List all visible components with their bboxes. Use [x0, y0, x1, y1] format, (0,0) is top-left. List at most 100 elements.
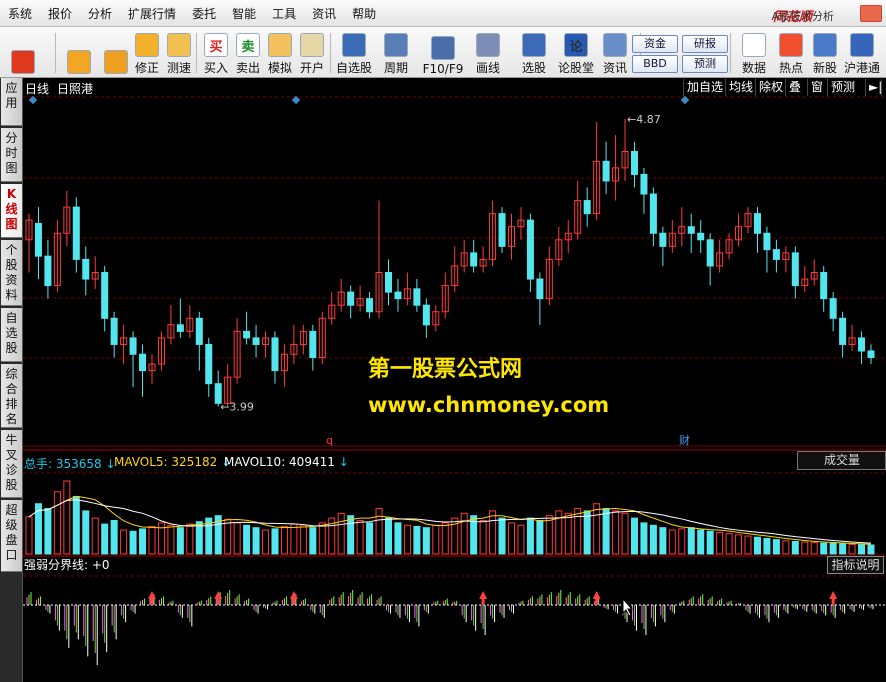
toolbar-buy-button[interactable]: 买买入 — [202, 30, 230, 76]
volume-bar — [858, 544, 866, 555]
toolbar-new-stock-button[interactable]: 新股 — [810, 30, 840, 76]
menu-item-5[interactable]: 智能 — [224, 5, 264, 22]
toolbar-label: 模拟 — [267, 61, 292, 75]
candle-body — [820, 272, 828, 300]
select-stock-icon — [522, 33, 546, 57]
left-tab-1[interactable]: 分时图 — [1, 128, 22, 182]
menu-item-1[interactable]: 报价 — [40, 5, 80, 22]
volume-bar — [479, 519, 487, 555]
toolbar-star-button[interactable]: 自选股 — [334, 30, 374, 76]
lock-icon — [300, 33, 324, 57]
toolbar-small-button-0[interactable]: 资金 — [632, 35, 678, 53]
toolbar-forum-button[interactable]: 论论股堂 — [556, 30, 596, 76]
volume-indicator-select[interactable]: 成交量 — [797, 451, 886, 470]
toolbar-label: F10/F9 — [422, 62, 464, 76]
candle-body — [347, 291, 355, 306]
volume-bar — [659, 527, 667, 555]
toolbar-sell-button[interactable]: 卖卖出 — [234, 30, 262, 76]
candle-body — [44, 255, 52, 287]
menu-item-0[interactable]: 系统 — [0, 5, 40, 22]
menu-item-2[interactable]: 分析 — [80, 5, 120, 22]
left-tab-bar: 应用 分时图 K线图 个股资料 自选股 综合排名 牛叉诊股 超级盘口 — [0, 78, 23, 682]
menu-item-6[interactable]: 工具 — [264, 5, 304, 22]
menu-item-3[interactable]: 扩展行情 — [120, 5, 184, 22]
toolbar-label: 修正 — [134, 61, 159, 75]
candle-body — [366, 298, 374, 313]
new-stock-icon — [813, 33, 837, 57]
candle-body — [659, 232, 667, 247]
candle-body — [413, 288, 421, 306]
toolbar-small-button-1[interactable]: BBD — [632, 55, 678, 73]
buy-signal-arrow-icon — [479, 591, 488, 605]
volume-bar — [186, 523, 194, 555]
volume-bar — [72, 496, 80, 555]
left-tab-5[interactable]: 综合排名 — [1, 364, 22, 428]
buy-signal-arrow-icon — [829, 591, 838, 605]
volume-bar — [252, 527, 260, 555]
toolbar-small-button-3[interactable]: 预测 — [682, 55, 728, 73]
toolbar-label: 热点 — [778, 61, 803, 75]
volume-bar — [735, 534, 743, 555]
toolbar-small-button-2[interactable]: 研报 — [682, 35, 728, 53]
toolbar-news-button[interactable]: 资讯 — [600, 30, 630, 76]
candle-body — [630, 151, 638, 175]
volume-bar — [101, 523, 109, 555]
volume-bar — [53, 491, 61, 555]
marker-q[interactable]: q — [326, 434, 333, 447]
menu-item-8[interactable]: 帮助 — [344, 5, 384, 22]
volume-bar — [697, 529, 705, 555]
toolbar-back-arrow-button[interactable] — [64, 30, 94, 76]
toolbar-hammer-button[interactable]: 模拟 — [266, 30, 294, 76]
toolbar-lock-button[interactable]: 开户 — [298, 30, 326, 76]
high-price-label: ←4.87 — [627, 113, 661, 126]
toolbar-correction-button[interactable]: 修正 — [132, 30, 162, 76]
candle-body — [176, 324, 184, 332]
candle-body — [82, 258, 90, 280]
toolbar-hot-button[interactable]: 热点 — [776, 30, 806, 76]
window-close-button[interactable] — [860, 5, 882, 22]
volume-bar — [129, 530, 137, 555]
candle-body — [271, 337, 279, 372]
toolbar-select-stock-button[interactable]: 选股 — [516, 30, 552, 76]
volume-bar — [82, 510, 90, 555]
toolbar-hk-connect-button[interactable]: 沪港通 — [842, 30, 882, 76]
volume-bar — [290, 523, 298, 555]
menu-item-4[interactable]: 委托 — [184, 5, 224, 22]
event-marker-icon[interactable] — [680, 95, 690, 105]
volume-bar — [233, 522, 241, 555]
left-tab-4[interactable]: 自选股 — [1, 308, 22, 362]
volume-bar — [829, 542, 837, 555]
buy-signal-arrow-icon — [289, 591, 298, 605]
news-icon — [603, 33, 627, 57]
volume-bar — [517, 524, 525, 555]
clock-icon — [167, 33, 191, 57]
left-tab-7[interactable]: 超级盘口 — [1, 500, 22, 572]
toolbar-f10-button[interactable]: F10/F9 — [420, 30, 466, 76]
toolbar-cycle-button[interactable]: 周期 — [378, 30, 414, 76]
toolbar-clock-button[interactable]: 测速 — [164, 30, 194, 76]
volume-bar — [593, 503, 601, 555]
marker-cai[interactable]: 财 — [679, 433, 690, 447]
pencil-icon — [476, 33, 500, 57]
candle-body — [139, 353, 147, 372]
toolbar-label: 卖出 — [235, 61, 260, 75]
toolbar-separator — [330, 33, 331, 73]
left-tab-2[interactable]: K线图 — [1, 184, 22, 238]
candle-body — [706, 239, 714, 267]
toolbar-data-button[interactable]: 数据 — [738, 30, 770, 76]
menu-item-7[interactable]: 资讯 — [304, 5, 344, 22]
volume-bar — [716, 531, 724, 555]
toolbar-windows-button[interactable] — [8, 30, 38, 76]
volume-bar — [630, 517, 638, 555]
candle-body — [649, 193, 657, 234]
indicator-label: 强弱分界线: +0 — [24, 558, 110, 572]
toolbar-up-down-arrows-button[interactable] — [102, 30, 130, 76]
candle-body — [470, 252, 478, 267]
left-tab-0[interactable]: 应用 — [1, 78, 22, 126]
data-icon — [742, 33, 766, 57]
volume-bar — [318, 522, 326, 555]
left-tab-3[interactable]: 个股资料 — [1, 240, 22, 306]
toolbar-pencil-button[interactable]: 画线 — [468, 30, 508, 76]
left-tab-6[interactable]: 牛叉诊股 — [1, 430, 22, 498]
indicator-help-button[interactable]: 指标说明 — [827, 556, 884, 574]
